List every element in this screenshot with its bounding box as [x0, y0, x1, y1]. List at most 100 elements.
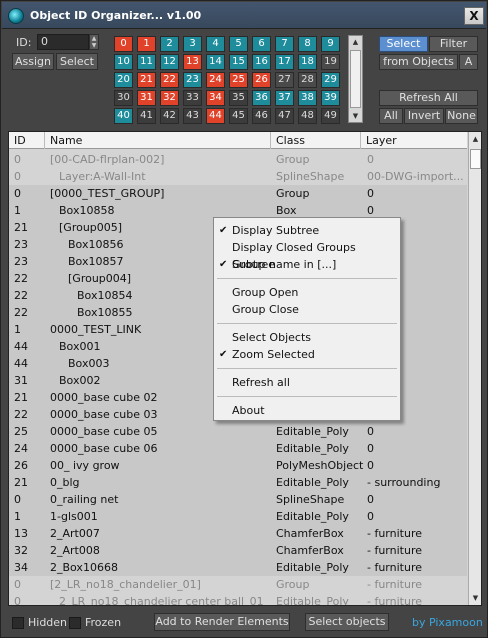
id-cell[interactable]: 23	[183, 72, 202, 88]
table-row[interactable]: 21 0_blg Editable_Poly - surrounding	[9, 474, 467, 491]
id-cell[interactable]: 41	[137, 108, 156, 124]
id-cell[interactable]: 3	[183, 36, 202, 52]
scroll-down-icon[interactable]: ▼	[349, 110, 362, 122]
tab-select[interactable]: Select	[379, 36, 428, 52]
id-cell[interactable]: 48	[298, 108, 317, 124]
id-cell[interactable]: 7	[275, 36, 294, 52]
scroll-up-icon[interactable]: ▲	[469, 132, 481, 146]
table-row[interactable]: 0 [2_LR_no18_chandelier_01] Group - furnitu…	[9, 576, 467, 593]
id-cell[interactable]: 14	[206, 54, 225, 70]
id-cell[interactable]: 20	[114, 72, 133, 88]
table-row[interactable]: 24 0000_base cube 06 Editable_Poly 0	[9, 440, 467, 457]
id-cell[interactable]: 8	[298, 36, 317, 52]
scroll-thumb[interactable]	[350, 50, 361, 108]
id-cell[interactable]: 1	[137, 36, 156, 52]
id-cell[interactable]: 46	[252, 108, 271, 124]
id-cell[interactable]: 25	[229, 72, 248, 88]
id-cell[interactable]: 18	[298, 54, 317, 70]
id-cell[interactable]: 31	[137, 90, 156, 106]
table-row[interactable]: 0 0_railing net SplineShape 0	[9, 491, 467, 508]
id-cell[interactable]: 0	[114, 36, 133, 52]
id-cell[interactable]: 10	[114, 54, 133, 70]
col-header-class[interactable]: Class	[271, 132, 361, 149]
menu-item[interactable]: Refresh all	[214, 374, 400, 391]
close-button[interactable]: X	[464, 7, 484, 25]
id-cell[interactable]: 12	[160, 54, 179, 70]
id-cell[interactable]: 24	[206, 72, 225, 88]
id-cell[interactable]: 37	[275, 90, 294, 106]
frozen-checkbox[interactable]	[69, 617, 81, 629]
menu-item[interactable]: ✔ Zoom Selected	[214, 346, 400, 363]
id-cell[interactable]: 6	[252, 36, 271, 52]
id-input[interactable]: 0	[37, 34, 89, 50]
table-row[interactable]: 13 2_Art007 ChamferBox - furniture	[9, 525, 467, 542]
id-cell[interactable]: 29	[321, 72, 340, 88]
id-cell[interactable]: 42	[160, 108, 179, 124]
select-button[interactable]: Select	[56, 53, 98, 70]
id-cell[interactable]: 26	[252, 72, 271, 88]
table-scrollbar[interactable]: ▲ ▼	[468, 132, 481, 605]
scroll-down-icon[interactable]: ▼	[469, 591, 481, 605]
select-objects-button[interactable]: Select objects	[305, 613, 389, 631]
menu-item[interactable]: ✔ Display Subtree	[214, 222, 400, 239]
table-row[interactable]: 34 2_Box10668 Editable_Poly - furniture	[9, 559, 467, 576]
table-row[interactable]: 0 [0000_TEST_GROUP] Group 0	[9, 185, 467, 202]
a-button[interactable]: A	[459, 54, 478, 70]
add-to-render-elements-button[interactable]: Add to Render Elements	[154, 613, 290, 631]
id-cell[interactable]: 15	[229, 54, 248, 70]
col-header-name[interactable]: Name	[45, 132, 271, 149]
hidden-checkbox[interactable]	[12, 617, 24, 629]
id-cell[interactable]: 9	[321, 36, 340, 52]
id-cell[interactable]: 43	[183, 108, 202, 124]
id-cell[interactable]: 49	[321, 108, 340, 124]
tab-filter[interactable]: Filter	[429, 36, 478, 52]
id-cell[interactable]: 22	[160, 72, 179, 88]
id-cell[interactable]: 13	[183, 54, 202, 70]
id-cell[interactable]: 2	[160, 36, 179, 52]
menu-item[interactable]: Group Open	[214, 284, 400, 301]
id-cell[interactable]: 35	[229, 90, 248, 106]
id-cell[interactable]: 47	[275, 108, 294, 124]
id-cell[interactable]: 34	[206, 90, 225, 106]
id-cell[interactable]: 39	[321, 90, 340, 106]
scroll-thumb[interactable]	[470, 149, 481, 169]
table-row[interactable]: 32 2_Art008 ChamferBox - furniture	[9, 542, 467, 559]
select-all-button[interactable]: All	[379, 108, 403, 124]
brand-link[interactable]: by Pixamoon	[412, 616, 483, 629]
id-cell[interactable]: 5	[229, 36, 248, 52]
assign-button[interactable]: Assign	[12, 53, 54, 70]
id-cell[interactable]: 4	[206, 36, 225, 52]
id-cell[interactable]: 45	[229, 108, 248, 124]
id-cell[interactable]: 19	[321, 54, 340, 70]
refresh-all-button[interactable]: Refresh All	[379, 90, 478, 106]
id-cell[interactable]: 21	[137, 72, 156, 88]
col-header-id[interactable]: ID	[9, 132, 45, 149]
id-cell[interactable]: 38	[298, 90, 317, 106]
id-cell[interactable]: 40	[114, 108, 133, 124]
menu-item[interactable]: ✔ Group name in [...]	[214, 256, 400, 273]
id-cell[interactable]: 44	[206, 108, 225, 124]
id-cell[interactable]: 11	[137, 54, 156, 70]
id-cell[interactable]: 28	[298, 72, 317, 88]
id-cell[interactable]: 33	[183, 90, 202, 106]
id-cell[interactable]: 36	[252, 90, 271, 106]
col-header-layer[interactable]: Layer	[361, 132, 467, 149]
id-cell[interactable]: 32	[160, 90, 179, 106]
scroll-up-icon[interactable]: ▲	[349, 36, 362, 48]
from-objects-button[interactable]: from Objects	[379, 54, 458, 70]
menu-item[interactable]: About	[214, 402, 400, 419]
id-cell[interactable]: 16	[252, 54, 271, 70]
table-row[interactable]: 0 2_LR_no18_chandelier center ball_01 Edit…	[9, 593, 467, 605]
id-spinner[interactable]: ▲ ▼	[89, 34, 99, 50]
id-cell[interactable]: 17	[275, 54, 294, 70]
table-row[interactable]: 25 0000_base cube 05 Editable_Poly 0	[9, 423, 467, 440]
select-none-button[interactable]: None	[445, 108, 478, 124]
table-row[interactable]: 0 Layer:A-Wall-Int SplineShape 00-DWG-impor…	[9, 168, 467, 185]
menu-item[interactable]: Group Close	[214, 301, 400, 318]
menu-item[interactable]: Select Objects	[214, 329, 400, 346]
table-row[interactable]: 1 1-gls001 Editable_Poly 0	[9, 508, 467, 525]
table-row[interactable]: 26 00_ ivy grow PolyMeshObject 0	[9, 457, 467, 474]
table-row[interactable]: 0 [00-CAD-flrplan-002] Group 0	[9, 151, 467, 168]
invert-button[interactable]: Invert	[404, 108, 444, 124]
menu-item[interactable]: Display Closed Groups Subtree	[214, 239, 400, 271]
